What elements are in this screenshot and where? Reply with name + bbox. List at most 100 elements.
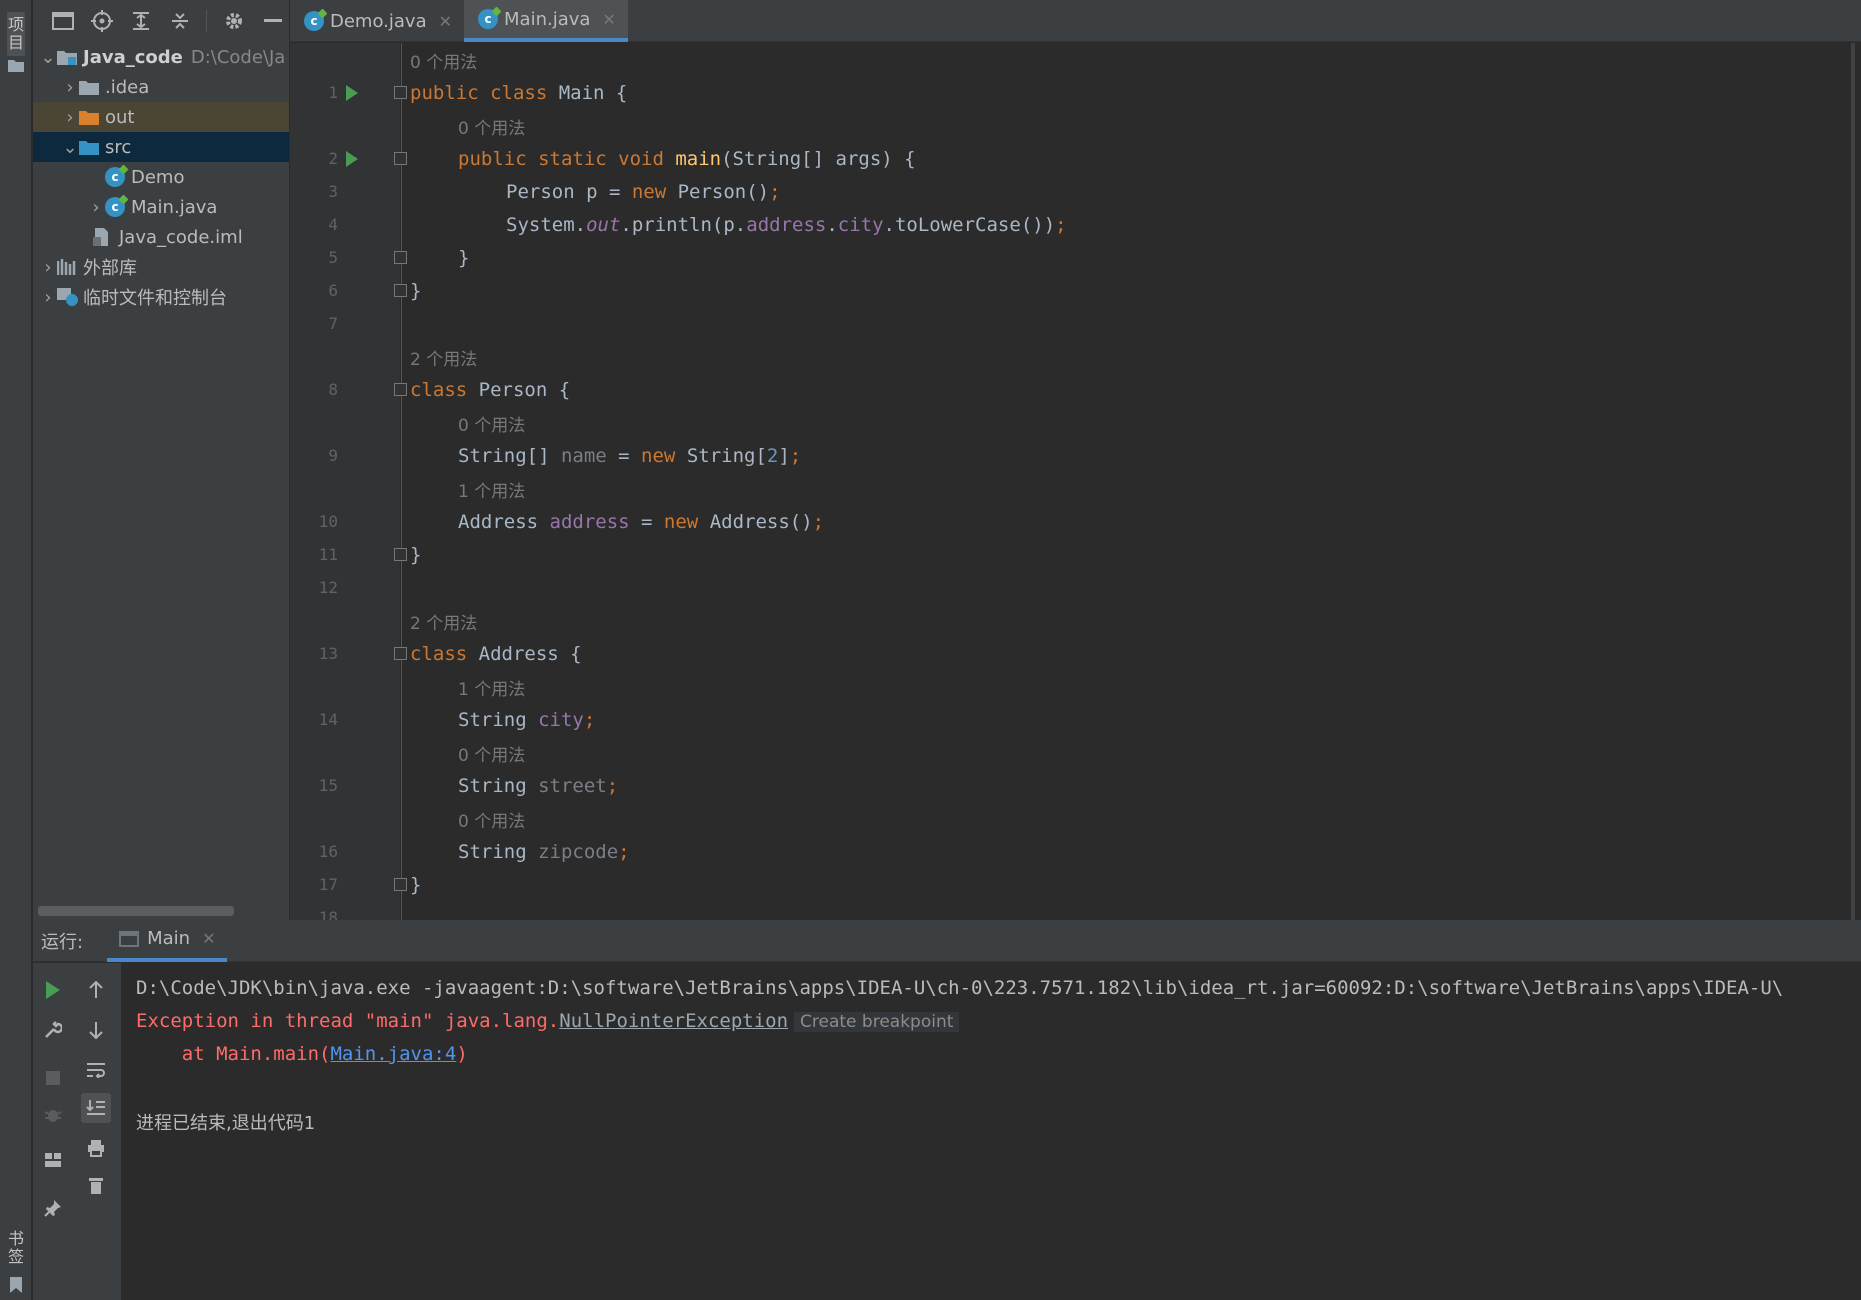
tab-label: Main.java bbox=[504, 8, 591, 30]
code-line-18: 18 bbox=[290, 901, 1861, 920]
run-icon[interactable] bbox=[346, 150, 358, 167]
tree-item-src[interactable]: ⌄ src bbox=[33, 132, 289, 162]
fold-icon[interactable] bbox=[394, 878, 407, 891]
project-tool-window-button[interactable]: 项目 bbox=[7, 12, 25, 56]
close-icon[interactable]: ✕ bbox=[439, 12, 452, 31]
code-line-15: 15 String street; bbox=[290, 769, 1861, 802]
close-icon[interactable]: ✕ bbox=[202, 929, 215, 948]
wrench-icon[interactable] bbox=[38, 1015, 68, 1045]
line-number: 2 bbox=[328, 149, 338, 168]
line-number: 18 bbox=[318, 908, 338, 920]
fold-icon[interactable] bbox=[394, 86, 407, 99]
fold-icon[interactable] bbox=[394, 548, 407, 561]
chevron-down-icon[interactable]: ⌄ bbox=[61, 137, 79, 158]
code-line-11: 11 } bbox=[290, 538, 1861, 571]
tree-root-java-code[interactable]: ⌄ Java_code D:\Code\Ja bbox=[33, 42, 289, 72]
tab-demo-java[interactable]: c Demo.java ✕ bbox=[290, 0, 464, 42]
horizontal-scrollbar[interactable] bbox=[38, 906, 234, 916]
rerun-icon[interactable] bbox=[38, 975, 68, 1005]
usage-hint[interactable]: 0 个用法 bbox=[458, 741, 525, 766]
trash-icon[interactable] bbox=[81, 1170, 111, 1200]
usage-hint[interactable]: 0 个用法 bbox=[458, 114, 525, 139]
chevron-right-icon[interactable]: › bbox=[39, 257, 57, 278]
fold-icon[interactable] bbox=[394, 251, 407, 264]
run-label: 运行: bbox=[41, 931, 84, 953]
usage-hint[interactable]: 2 个用法 bbox=[410, 345, 477, 370]
tree-item-scratches[interactable]: › 临时文件和控制台 bbox=[33, 282, 289, 312]
code-line-3: 3 Person p = new Person(); bbox=[290, 175, 1861, 208]
code-line-12: 12 bbox=[290, 571, 1861, 604]
collapse-all-icon[interactable] bbox=[164, 4, 197, 38]
project-tree: ⌄ Java_code D:\Code\Ja › .idea › out ⌄ s… bbox=[33, 42, 289, 312]
tree-item-main-java[interactable]: › c Main.java bbox=[33, 192, 289, 222]
run-tab-label: Main bbox=[147, 928, 191, 949]
chevron-right-icon[interactable]: › bbox=[39, 287, 57, 308]
excluded-folder-icon bbox=[79, 108, 101, 126]
expand-all-icon[interactable] bbox=[125, 4, 158, 38]
create-breakpoint-link[interactable]: Create breakpoint bbox=[794, 1012, 960, 1032]
folder-icon bbox=[79, 78, 101, 96]
tree-item-iml[interactable]: Java_code.iml bbox=[33, 222, 289, 252]
java-class-icon: c bbox=[478, 9, 499, 29]
code-line-5: 5 } bbox=[290, 241, 1861, 274]
fold-icon[interactable] bbox=[394, 383, 407, 396]
stop-icon[interactable] bbox=[38, 1063, 68, 1093]
code-line-2: 2 public static void main(String[] args)… bbox=[290, 142, 1861, 175]
fold-icon[interactable] bbox=[394, 647, 407, 660]
bookmark-icon bbox=[10, 1277, 22, 1293]
gear-icon[interactable] bbox=[217, 4, 250, 38]
fold-icon[interactable] bbox=[394, 284, 407, 297]
tree-item-idea[interactable]: › .idea bbox=[33, 72, 289, 102]
tree-item-demo[interactable]: c Demo bbox=[33, 162, 289, 192]
tree-item-external-libraries[interactable]: › 外部库 bbox=[33, 252, 289, 282]
run-panel-header: 运行: Main ✕ bbox=[33, 920, 1861, 962]
line-number: 6 bbox=[328, 281, 338, 300]
tree-item-out[interactable]: › out bbox=[33, 102, 289, 132]
code-line-16: 16 String zipcode; bbox=[290, 835, 1861, 868]
java-class-icon: c bbox=[105, 197, 127, 217]
run-console[interactable]: D:\Code\JDK\bin\java.exe -javaagent:D:\s… bbox=[122, 963, 1861, 1300]
scroll-to-end-icon[interactable] bbox=[81, 1093, 111, 1123]
soft-wrap-icon[interactable] bbox=[81, 1055, 111, 1085]
fold-icon[interactable] bbox=[394, 152, 407, 165]
usage-hint[interactable]: 2 个用法 bbox=[410, 609, 477, 634]
pin-icon[interactable] bbox=[38, 1193, 68, 1223]
bookmarks-tool-window-button[interactable]: 书签 bbox=[7, 1230, 25, 1266]
run-icon[interactable] bbox=[346, 84, 358, 101]
toolbar-separator bbox=[206, 10, 208, 32]
chevron-right-icon[interactable]: › bbox=[61, 77, 79, 98]
close-icon[interactable]: ✕ bbox=[602, 10, 615, 29]
debug-bug-icon[interactable] bbox=[38, 1100, 68, 1130]
line-number: 12 bbox=[318, 578, 338, 597]
exception-class-link[interactable]: NullPointerException bbox=[559, 1010, 788, 1032]
code-line-1: 1 public class Main { bbox=[290, 76, 1861, 109]
tree-item-label: src bbox=[105, 136, 132, 158]
arrow-down-icon[interactable] bbox=[81, 1015, 111, 1045]
usage-hint[interactable]: 1 个用法 bbox=[458, 477, 525, 502]
line-number: 13 bbox=[318, 644, 338, 663]
run-tab-main[interactable]: Main ✕ bbox=[107, 920, 228, 962]
source-folder-icon bbox=[79, 138, 101, 156]
code-text: } bbox=[410, 873, 422, 896]
tree-item-label: out bbox=[105, 106, 135, 128]
usage-hint[interactable]: 1 个用法 bbox=[458, 675, 525, 700]
usage-hint[interactable]: 0 个用法 bbox=[458, 807, 525, 832]
left-tool-strip: 项目 书签 bbox=[0, 0, 32, 1300]
locate-icon[interactable] bbox=[86, 4, 119, 38]
project-view-icon[interactable] bbox=[47, 4, 80, 38]
usage-hint[interactable]: 0 个用法 bbox=[410, 48, 477, 73]
tab-main-java[interactable]: c Main.java ✕ bbox=[464, 0, 628, 42]
code-text: class Address { bbox=[410, 642, 582, 665]
code-text: class Person { bbox=[410, 378, 571, 401]
code-text: } bbox=[410, 543, 422, 566]
chevron-right-icon[interactable]: › bbox=[61, 107, 79, 128]
print-icon[interactable] bbox=[81, 1133, 111, 1163]
usage-hint[interactable]: 0 个用法 bbox=[458, 411, 525, 436]
chevron-right-icon[interactable]: › bbox=[87, 197, 105, 218]
chevron-down-icon[interactable]: ⌄ bbox=[39, 47, 57, 68]
minimize-icon[interactable] bbox=[256, 4, 289, 38]
stack-source-link[interactable]: Main.java:4 bbox=[330, 1043, 456, 1065]
layout-icon[interactable] bbox=[38, 1145, 68, 1175]
arrow-up-icon[interactable] bbox=[81, 975, 111, 1005]
code-editor[interactable]: 0 个用法 1 public class Main { 0 个用法 2 publ… bbox=[290, 43, 1861, 920]
